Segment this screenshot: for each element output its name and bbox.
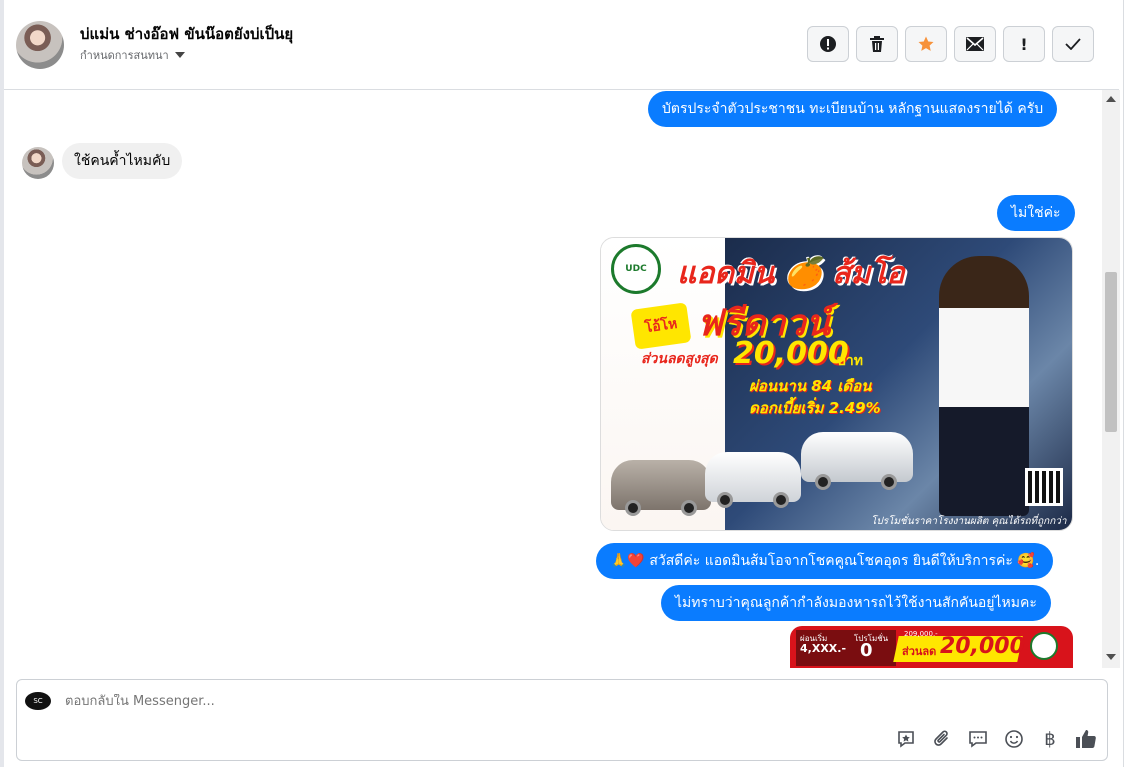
promo-image-attachment[interactable]: UDC แอดมิน 🍊 ส้มโอ โอ้โห ฟรีดาวน์ ส่วนลด… (600, 237, 1073, 531)
payment-button[interactable]: ฿ (1039, 728, 1061, 750)
page-logo: SC (25, 692, 51, 710)
mark-spam-icon (820, 36, 836, 52)
emoji-button[interactable] (1003, 728, 1025, 750)
exclamation-icon: ! (1020, 34, 1028, 54)
scrollbar-thumb[interactable] (1105, 272, 1117, 432)
wheel (681, 500, 697, 516)
banner-promo-value: 0 (860, 640, 873, 661)
message-outgoing: บัตรประจำตัวประชาชน ทะเบียนบ้าน หลักฐานแ… (648, 91, 1058, 127)
message-incoming: ใช้คนค้ำไหมคับ (62, 143, 183, 179)
promo-interest: ดอกเบี้ยเริ่ม 2.49% (749, 399, 881, 417)
promo-installment: ผ่อนนาน 84 เดือน (749, 377, 872, 395)
scroll-down-arrow-icon[interactable] (1106, 654, 1116, 660)
banner-installment-value: 4,XXX.- (800, 642, 847, 655)
banner-discount-value: 20,000 (940, 634, 1025, 659)
message-outgoing: ไม่ทราบว่าคุณลูกค้ากำลังมองหารถไว้ใช้งาน… (661, 585, 1051, 621)
assign-label: กำหนดการสนทนา (80, 49, 169, 62)
assign-conversation-dropdown[interactable]: กำหนดการสนทนา (80, 46, 185, 64)
star-icon (918, 36, 934, 51)
conversation-header: บ่แม่น ช่างอ๊อฟ ขันน๊อตยังบ่เป็นยุ กำหนด… (4, 0, 1119, 90)
delete-button[interactable] (856, 26, 898, 62)
star-button[interactable] (905, 26, 947, 62)
mail-icon (966, 37, 984, 51)
chat-bubble-icon (969, 731, 987, 748)
wheel (815, 474, 831, 490)
promo-qr-code (1025, 468, 1063, 506)
wheel (717, 492, 733, 508)
reply-composer: SC ฿ (16, 679, 1108, 761)
banner-discount-label: ส่วนลด (902, 645, 937, 658)
delete-icon (870, 36, 884, 52)
contact-avatar-small (22, 147, 54, 179)
promo-burst: โอ้โห (630, 302, 692, 350)
scroll-up-arrow-icon[interactable] (1106, 96, 1116, 102)
wheel (881, 474, 897, 490)
promo-banner-attachment[interactable]: ผ่อนเริ่ม 4,XXX.- โปรโมชั่น 0 209,000.- … (790, 626, 1073, 668)
mark-spam-button[interactable] (807, 26, 849, 62)
thread-scrollbar[interactable] (1102, 90, 1120, 668)
composer-actions: ฿ (895, 728, 1097, 750)
contact-name[interactable]: บ่แม่น ช่างอ๊อฟ ขันน๊อตยังบ่เป็นยุ (80, 22, 293, 46)
attach-button[interactable] (931, 728, 953, 750)
wheel (625, 500, 641, 516)
chat-bubble-button[interactable] (967, 728, 989, 750)
promo-discount-label: ส่วนลดสูงสุด (641, 351, 718, 367)
banner-price: 209,000.- (904, 630, 938, 638)
mark-done-button[interactable] (1052, 26, 1094, 62)
contact-avatar[interactable] (16, 21, 64, 69)
attach-icon (934, 730, 948, 746)
like-icon (1076, 730, 1096, 748)
baht-icon: ฿ (1044, 728, 1056, 750)
message-outgoing: 🙏❤️ สวัสดีค่ะ แอดมินส้มโอจากโชคคูณโชคอุด… (596, 543, 1054, 579)
wheel (773, 492, 789, 508)
like-button[interactable] (1075, 728, 1097, 750)
follow-up-button[interactable]: ! (1003, 26, 1045, 62)
conversation-toolbar: ! (807, 26, 1094, 62)
promo-discount-value: 20,000 (733, 336, 849, 371)
emoji-icon (1005, 730, 1023, 748)
promo-logo: UDC (611, 244, 661, 294)
promo-model-figure (939, 256, 1029, 516)
caret-down-icon (174, 52, 185, 58)
message-outgoing: ไม่ใช่ค่ะ (997, 195, 1075, 231)
promo-headline: แอดมิน 🍊 ส้มโอ (677, 256, 905, 291)
banner-logo (1030, 632, 1058, 660)
saved-reply-button[interactable] (895, 728, 917, 750)
mark-unread-button[interactable] (954, 26, 996, 62)
saved-reply-icon (898, 731, 914, 748)
check-icon (1065, 38, 1081, 50)
promo-discount-unit: บาท (837, 353, 863, 369)
message-thread[interactable]: บัตรประจำตัวประชาชน ทะเบียนบ้าน หลักฐานแ… (4, 90, 1102, 668)
reply-input[interactable] (65, 694, 765, 709)
promo-footer: โปรโมชั่นราคาโรงงานผลิต คุณได้รถที่ถูกกว… (871, 516, 1067, 527)
